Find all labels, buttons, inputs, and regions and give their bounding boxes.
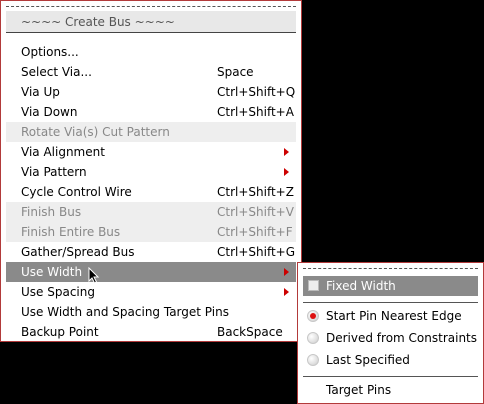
- target-pins-label: Target Pins: [326, 383, 392, 397]
- radio-icon: [307, 332, 319, 344]
- menu-item-label: Select Via...: [21, 65, 92, 79]
- menu-item-via-alignment[interactable]: Via Alignment: [6, 142, 296, 162]
- menu-item-via-up[interactable]: Via Up Ctrl+Shift+Q: [6, 82, 296, 102]
- create-bus-menu: ~~~~ Create Bus ~~~~ Options... Select V…: [0, 0, 302, 342]
- menu-item-label: Use Spacing: [21, 285, 95, 299]
- radio-label: Start Pin Nearest Edge: [326, 309, 462, 323]
- menu-item-use-width-spacing-target-pins[interactable]: Use Width and Spacing Target Pins: [6, 302, 296, 322]
- target-pins-item[interactable]: Target Pins: [303, 380, 478, 400]
- menu-item-shortcut: Ctrl+Shift+V: [217, 205, 294, 219]
- menu-item-via-pattern[interactable]: Via Pattern: [6, 162, 296, 182]
- radio-selected-icon: [307, 310, 319, 322]
- menu-item-shortcut: Ctrl+Shift+A: [217, 105, 294, 119]
- tearoff-line[interactable]: [303, 268, 478, 269]
- menu-item-label: Finish Entire Bus: [21, 225, 121, 239]
- menu-item-cycle-control-wire[interactable]: Cycle Control Wire Ctrl+Shift+Z: [6, 182, 296, 202]
- menu-item-via-down[interactable]: Via Down Ctrl+Shift+A: [6, 102, 296, 122]
- separator: [303, 302, 478, 303]
- menu-item-label: Use Width: [21, 265, 83, 279]
- fixed-width-label: Fixed Width: [326, 279, 396, 293]
- checkbox-icon: [308, 280, 319, 291]
- tearoff-line[interactable]: [6, 6, 296, 7]
- menu-item-label: Rotate Via(s) Cut Pattern: [21, 125, 170, 139]
- menu-item-use-width[interactable]: Use Width: [6, 262, 296, 284]
- menu-item-label: Via Alignment: [21, 145, 105, 159]
- submenu-arrow-icon: [284, 268, 289, 276]
- menu-item-finish-entire-bus[interactable]: Finish Entire Bus Ctrl+Shift+F: [6, 222, 296, 242]
- menu-item-options[interactable]: Options...: [6, 42, 296, 62]
- menu-item-shortcut: Ctrl+Shift+Z: [217, 185, 294, 199]
- menu-item-rotate-via-cut-pattern[interactable]: Rotate Via(s) Cut Pattern: [6, 122, 296, 142]
- radio-derived-from-constraints[interactable]: Derived from Constraints: [303, 328, 478, 348]
- menu-item-gather-spread-bus[interactable]: Gather/Spread Bus Ctrl+Shift+G: [6, 242, 296, 262]
- menu-item-label: Backup Point: [21, 325, 99, 339]
- menu-item-select-via[interactable]: Select Via... Space: [6, 62, 296, 82]
- menu-item-shortcut: BackSpace: [217, 325, 283, 339]
- menu-item-backup-point[interactable]: Backup Point BackSpace: [6, 322, 296, 342]
- radio-start-pin-nearest-edge[interactable]: Start Pin Nearest Edge: [303, 306, 478, 326]
- menu-item-label: Finish Bus: [21, 205, 82, 219]
- use-width-submenu: Fixed Width Start Pin Nearest Edge Deriv…: [297, 262, 484, 404]
- radio-label: Derived from Constraints: [326, 331, 478, 345]
- radio-icon: [307, 354, 319, 366]
- menu-item-shortcut: Ctrl+Shift+G: [217, 245, 296, 259]
- radio-last-specified[interactable]: Last Specified: [303, 350, 478, 370]
- menu-item-label: Cycle Control Wire: [21, 185, 132, 199]
- menu-item-label: Via Down: [21, 105, 78, 119]
- menu-item-shortcut: Space: [217, 65, 254, 79]
- menu-item-finish-bus[interactable]: Finish Bus Ctrl+Shift+V: [6, 202, 296, 222]
- menu-item-use-spacing[interactable]: Use Spacing: [6, 282, 296, 302]
- menu-item-label: Via Pattern: [21, 165, 87, 179]
- menu-item-shortcut: Ctrl+Shift+F: [217, 225, 293, 239]
- submenu-arrow-icon: [284, 168, 289, 176]
- submenu-arrow-icon: [284, 288, 289, 296]
- menu-item-label: Gather/Spread Bus: [21, 245, 135, 259]
- menu-item-label: Via Up: [21, 85, 60, 99]
- submenu-arrow-icon: [284, 148, 289, 156]
- separator: [303, 376, 478, 377]
- menu-item-shortcut: Ctrl+Shift+Q: [217, 85, 296, 99]
- radio-label: Last Specified: [326, 353, 410, 367]
- menu-title: ~~~~ Create Bus ~~~~: [6, 11, 296, 33]
- fixed-width-checkbox-item[interactable]: Fixed Width: [303, 276, 478, 296]
- menu-item-label: Use Width and Spacing Target Pins: [21, 305, 229, 319]
- menu-item-label: Options...: [21, 45, 79, 59]
